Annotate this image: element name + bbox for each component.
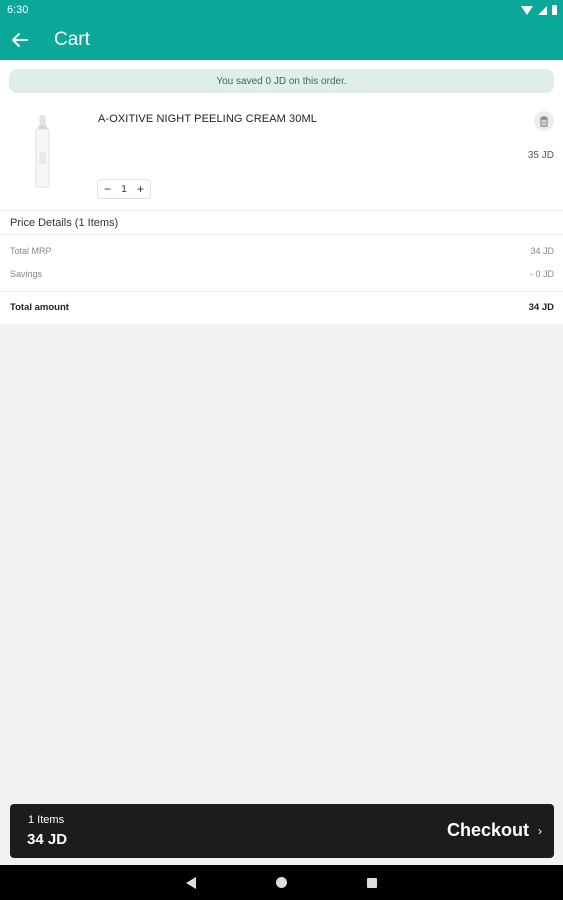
- total-mrp-value: 34 JD: [530, 246, 554, 256]
- arrow-left-icon: [12, 33, 28, 47]
- items-count: 1 Items: [28, 814, 65, 826]
- back-button[interactable]: [0, 20, 40, 60]
- quantity-stepper: − 1 +: [97, 179, 151, 199]
- total-mrp-row: Total MRP 34 JD: [10, 246, 554, 256]
- total-amount-row: Total amount 34 JD: [10, 302, 554, 313]
- total-amount-value: 34 JD: [528, 302, 554, 313]
- nav-recents-icon[interactable]: [367, 877, 377, 888]
- total-amount-label: Total amount: [10, 302, 69, 313]
- product-image: [35, 115, 50, 188]
- product-name[interactable]: A-OXITIVE NIGHT PEELING CREAM 30ML: [98, 113, 317, 125]
- quantity-value: 1: [121, 183, 127, 195]
- chevron-right-icon: ›: [538, 823, 542, 838]
- savings-value: - 0 JD: [529, 269, 554, 279]
- cart-item: A-OXITIVE NIGHT PEELING CREAM 30ML 35 JD…: [0, 100, 563, 210]
- trash-icon: [540, 115, 548, 127]
- cart-content: You saved 0 JD on this order. A-OXITIVE …: [0, 60, 563, 324]
- checkout-bar: 1 Items 34 JD Checkout ›: [10, 804, 554, 858]
- divider: [0, 210, 563, 211]
- checkout-label: Checkout: [446, 820, 529, 840]
- increase-quantity-button[interactable]: +: [137, 183, 144, 195]
- signal-icon: [538, 5, 547, 15]
- system-nav-bar: [0, 865, 563, 900]
- price-details-header: Price Details (1 Items): [10, 217, 119, 229]
- savings-banner: You saved 0 JD on this order.: [9, 69, 554, 93]
- savings-label: Savings: [10, 269, 43, 279]
- page-title: Cart: [54, 29, 90, 50]
- delete-button[interactable]: [534, 111, 554, 131]
- checkout-total: 34 JD: [27, 831, 68, 848]
- nav-home-icon[interactable]: [276, 877, 287, 888]
- decrease-quantity-button[interactable]: −: [104, 183, 111, 195]
- divider: [0, 291, 563, 292]
- divider: [0, 234, 563, 235]
- wifi-icon: [521, 5, 533, 15]
- total-mrp-label: Total MRP: [10, 246, 52, 256]
- app-bar: Cart: [0, 20, 563, 60]
- nav-back-icon[interactable]: [186, 876, 196, 889]
- status-icons: [521, 5, 557, 15]
- battery-icon: [552, 5, 557, 15]
- status-bar: 6:30: [0, 0, 563, 20]
- savings-banner-text: You saved 0 JD on this order.: [216, 75, 347, 87]
- checkout-button[interactable]: Checkout ›: [447, 820, 542, 841]
- savings-row: Savings - 0 JD: [10, 269, 554, 279]
- status-time: 6:30: [7, 4, 29, 16]
- product-price: 35 JD: [527, 150, 554, 161]
